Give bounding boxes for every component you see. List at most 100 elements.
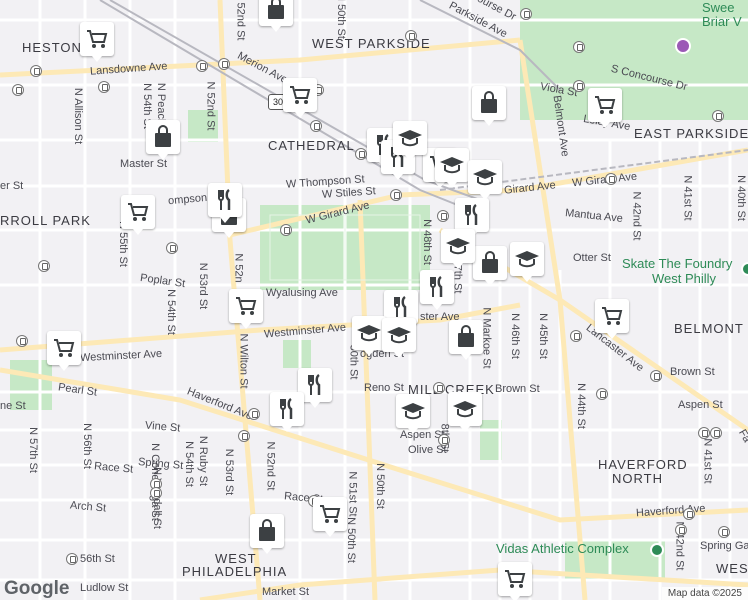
school-pin[interactable] [382, 318, 416, 358]
restaurant-icon [280, 397, 293, 419]
street-n-44th-st: N 44th St [574, 383, 587, 429]
restaurant-icon [394, 295, 407, 317]
graduation-cap-icon [398, 130, 422, 147]
street-n-52nd-st: N 52nd St [204, 81, 217, 131]
school-pin[interactable] [435, 148, 469, 188]
bus-stop-icon[interactable] [150, 487, 162, 499]
restaurant-pin[interactable] [420, 270, 454, 310]
shopping-store-pin[interactable] [146, 120, 180, 160]
bus-stop-icon[interactable] [38, 260, 50, 272]
place-pin-skate-the-foundry[interactable] [741, 262, 748, 276]
street-n-52nd-st-2: N 52nd St [264, 441, 277, 491]
grocery-store-pin[interactable] [121, 195, 155, 235]
grocery-store-pin[interactable] [47, 331, 81, 371]
street-n-46th-st: N 46th St [508, 313, 521, 359]
bus-stop-icon[interactable] [698, 427, 710, 439]
bus-stop-icon[interactable] [238, 430, 250, 442]
graduation-cap-icon [453, 401, 477, 418]
grocery-store-pin[interactable] [313, 497, 347, 537]
bus-stop-icon[interactable] [390, 189, 402, 201]
shopping-store-pin[interactable] [250, 514, 284, 554]
bus-stop-icon[interactable] [438, 434, 450, 446]
bus-stop-icon[interactable] [310, 120, 322, 132]
bus-stop-icon[interactable] [712, 110, 724, 122]
area-label-heston: HESTON [22, 40, 82, 55]
bus-stop-icon[interactable] [433, 382, 445, 394]
school-pin[interactable] [468, 160, 502, 200]
bus-stop-icon[interactable] [710, 427, 722, 439]
bus-stop-icon[interactable] [405, 30, 417, 42]
street-n-42nd-st: N 42nd St [630, 191, 643, 241]
bus-stop-icon[interactable] [573, 41, 585, 53]
bus-stop-icon[interactable] [355, 148, 367, 160]
bus-stop-icon[interactable] [596, 388, 608, 400]
street-n-41st-st-2: N 41st St [701, 438, 714, 484]
bus-stop-icon[interactable] [650, 370, 662, 382]
place-pin-vidas-athletic-complex[interactable] [650, 543, 664, 557]
bus-stop-icon[interactable] [12, 84, 24, 96]
street-n-50th-top: N 50th St [334, 0, 347, 39]
bus-stop-icon[interactable] [166, 242, 178, 254]
restaurant-pin[interactable] [455, 198, 489, 238]
restaurant-icon [430, 275, 443, 297]
grocery-store-pin[interactable] [229, 289, 263, 329]
map-attribution[interactable]: Map data ©2025 [661, 587, 748, 600]
bus-stop-icon[interactable] [280, 224, 292, 236]
area-label-sweet-briar-1: Swee [702, 0, 735, 15]
bus-stop-icon[interactable] [248, 408, 260, 420]
restaurant-pin[interactable] [208, 183, 242, 223]
area-label-carroll-park: RROLL PARK [0, 213, 91, 228]
school-pin[interactable] [510, 242, 544, 282]
street-n-48th-st: N 48th St [420, 219, 433, 265]
place-skate-the-foundry-line2[interactable]: West Philly [652, 272, 716, 285]
shopping-store-pin[interactable] [472, 86, 506, 126]
shopping-bag-icon [259, 519, 275, 541]
shopping-store-pin[interactable] [449, 320, 483, 360]
grocery-store-pin[interactable] [498, 562, 532, 600]
bus-stop-icon[interactable] [98, 81, 110, 93]
bus-stop-icon[interactable] [718, 526, 730, 538]
bus-stop-icon[interactable] [570, 330, 582, 342]
area-label-west-edge: WEST [716, 561, 748, 576]
street-n-52nd-st-3: N 52n [232, 253, 245, 283]
street-er-st: er St [0, 180, 24, 192]
grocery-store-pin[interactable] [80, 22, 114, 62]
school-pin[interactable] [393, 121, 427, 161]
graduation-cap-icon [387, 327, 411, 344]
shopping-store-pin[interactable] [259, 0, 293, 32]
subway-station-icon[interactable] [66, 553, 78, 565]
school-pin[interactable] [448, 392, 482, 432]
grocery-store-pin[interactable] [588, 88, 622, 128]
bus-stop-icon[interactable] [520, 8, 532, 20]
bus-stop-icon[interactable] [683, 508, 695, 520]
bus-stop-icon[interactable] [573, 80, 585, 92]
google-logo[interactable]: Google [4, 578, 69, 600]
shopping-bag-icon [481, 91, 497, 113]
train-station-icon[interactable] [218, 58, 230, 70]
area-label-sweet-briar-2: Briar V [702, 14, 742, 29]
train-station-icon[interactable] [196, 60, 208, 72]
school-pin[interactable] [396, 394, 430, 434]
train-station-icon[interactable] [30, 65, 42, 77]
bus-stop-icon[interactable] [675, 524, 687, 536]
street-n-57th-st: N 57th St [26, 427, 39, 473]
bus-stop-icon[interactable] [437, 210, 449, 222]
street-n-41st-st: N 41st St [681, 175, 694, 221]
place-skate-the-foundry-line1[interactable]: Skate The Foundry [622, 257, 732, 270]
bus-stop-icon[interactable] [605, 173, 617, 185]
small-park-mid [283, 340, 311, 368]
bus-stop-icon[interactable] [16, 335, 28, 347]
graduation-cap-icon [515, 251, 539, 268]
shopping-store-pin[interactable] [473, 246, 507, 286]
place-vidas-athletic-complex[interactable]: Vidas Athletic Complex [496, 542, 629, 555]
grocery-store-pin[interactable] [595, 299, 629, 339]
church-icon[interactable] [675, 38, 691, 54]
restaurant-pin[interactable] [270, 392, 304, 432]
shopping-bag-icon [268, 0, 284, 19]
grocery-store-pin[interactable] [283, 78, 317, 118]
street-n-40th-st: N 40th St [734, 175, 747, 221]
school-pin[interactable] [352, 316, 386, 356]
map-canvas[interactable]: HESTON WEST PARKSIDE CATHEDRAL EAST PARK… [0, 0, 748, 600]
area-label-cathedral: CATHEDRAL [268, 138, 355, 153]
school-pin[interactable] [441, 229, 475, 269]
